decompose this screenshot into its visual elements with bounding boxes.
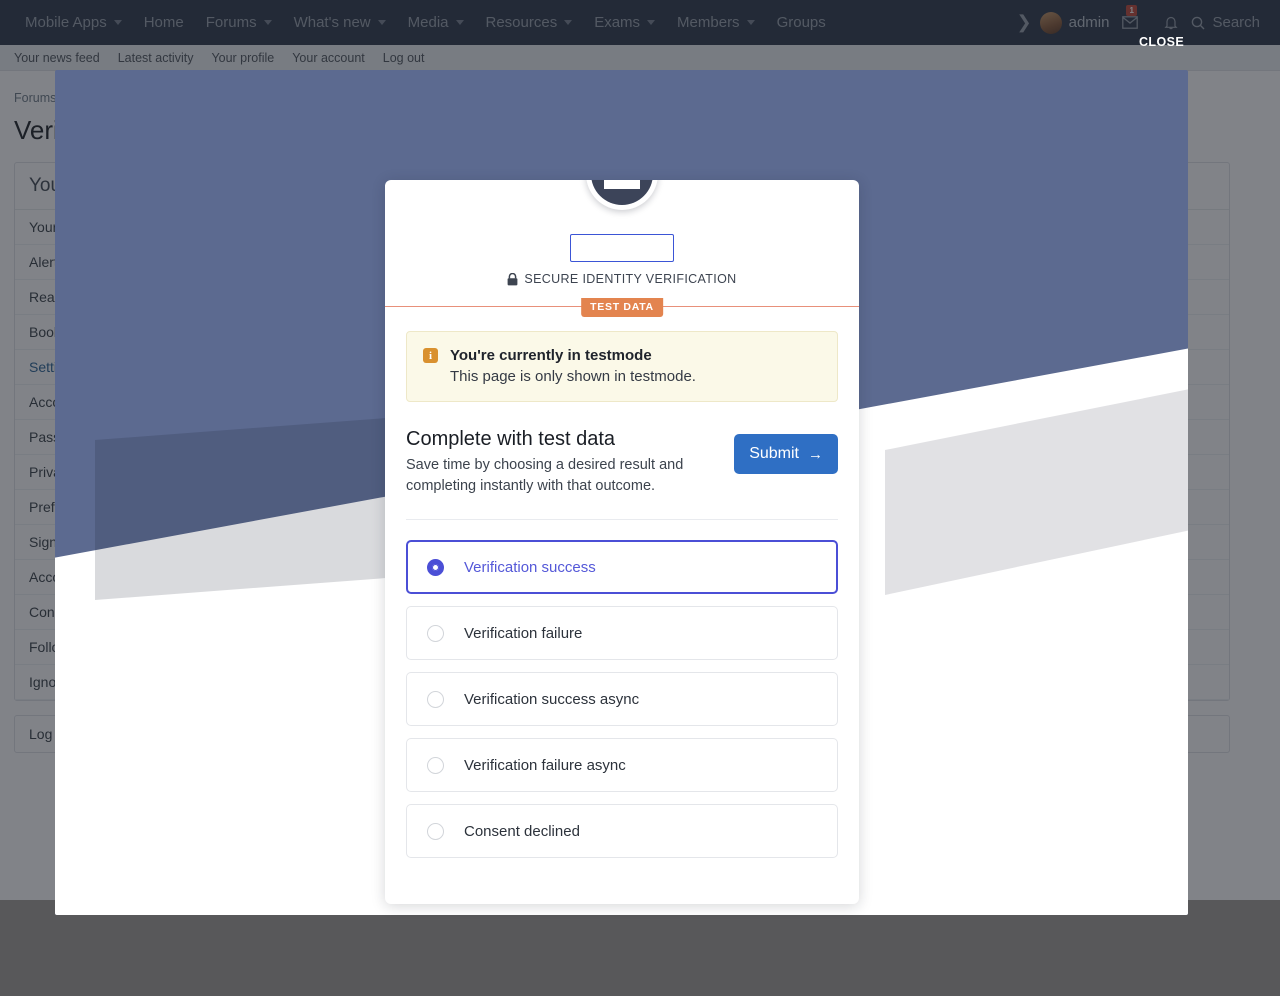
outcome-option-label: Verification success <box>464 558 596 576</box>
complete-title: Complete with test data <box>406 428 615 450</box>
radio-unselected-icon[interactable] <box>427 756 444 774</box>
complete-with-test-data-section: Complete with test data Save time by cho… <box>406 428 838 520</box>
close-button[interactable]: CLOSE <box>1139 35 1184 49</box>
testmode-title: You're currently in testmode <box>450 347 652 364</box>
outcome-option[interactable]: Verification success <box>406 540 838 594</box>
outcome-option-label: Consent declined <box>464 822 580 840</box>
arrow-right-icon: → <box>808 445 823 463</box>
name-input[interactable] <box>570 234 674 262</box>
testmode-notice: i You're currently in testmode This page… <box>406 331 838 402</box>
testmode-subtitle: This page is only shown in testmode. <box>450 368 696 385</box>
radio-unselected-icon[interactable] <box>427 690 444 708</box>
secure-identity-line: SECURE IDENTITY VERIFICATION <box>385 272 859 286</box>
outcome-option[interactable]: Consent declined <box>406 804 838 858</box>
submit-button-label: Submit <box>749 445 799 462</box>
screen: Mobile AppsHomeForumsWhat's newMediaReso… <box>0 0 1280 996</box>
brand-mark-shape <box>604 180 640 189</box>
testmode-notice-text: You're currently in testmode This page i… <box>450 346 696 387</box>
outcome-option[interactable]: Verification success async <box>406 672 838 726</box>
modal-footer-spacer <box>406 886 838 904</box>
brand-logo <box>586 180 658 210</box>
radio-unselected-icon[interactable] <box>427 624 444 642</box>
modal-body: i You're currently in testmode This page… <box>385 307 859 904</box>
outcome-option-label: Verification success async <box>464 690 640 708</box>
brand-logo-circle <box>591 180 653 205</box>
complete-subtitle: Save time by choosing a desired result a… <box>406 457 684 494</box>
radio-unselected-icon[interactable] <box>427 822 444 840</box>
outcome-options-list: Verification success Verification failure… <box>406 520 838 886</box>
outcome-option[interactable]: Verification failure async <box>406 738 838 792</box>
radio-selected-icon[interactable] <box>427 558 444 576</box>
info-icon: i <box>423 348 438 363</box>
outcome-option[interactable]: Verification failure <box>406 606 838 660</box>
test-data-tab: TEST DATA <box>581 298 663 317</box>
complete-text-block: Complete with test data Save time by cho… <box>406 428 696 497</box>
secure-identity-label: SECURE IDENTITY VERIFICATION <box>524 272 737 286</box>
outcome-option-label: Verification failure async <box>464 756 626 774</box>
submit-button[interactable]: Submit → <box>734 434 838 474</box>
outcome-option-label: Verification failure <box>464 624 583 642</box>
lock-icon <box>507 272 518 286</box>
modal-header: SECURE IDENTITY VERIFICATION TEST DATA <box>385 180 859 317</box>
verification-modal: SECURE IDENTITY VERIFICATION TEST DATA i… <box>385 180 859 904</box>
